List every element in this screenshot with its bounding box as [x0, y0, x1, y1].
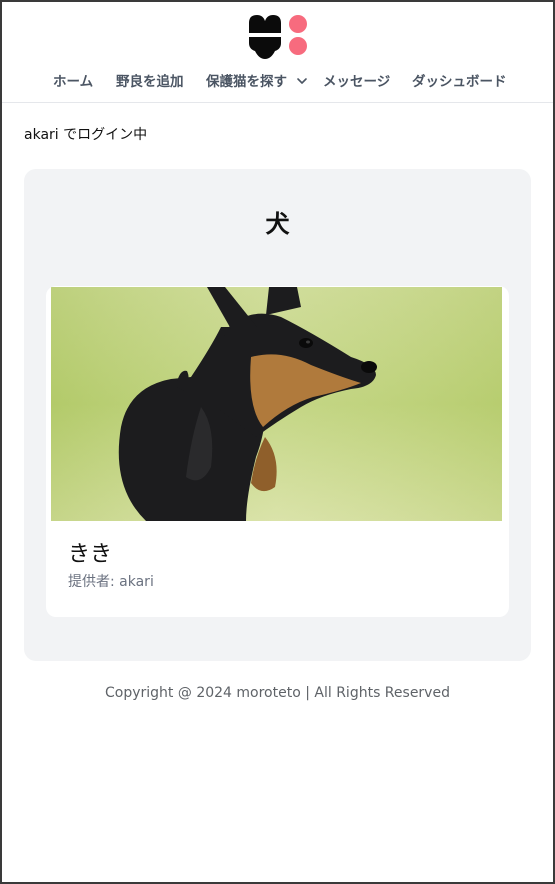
category-panel: 犬 きき 提供者: akari: [24, 169, 531, 661]
nav-add-stray[interactable]: 野良を追加: [116, 72, 184, 92]
pet-provider: 提供者: akari: [68, 574, 154, 590]
nav-find-rescue-cats[interactable]: 保護猫を探す: [206, 72, 287, 92]
site-header: ホーム 野良を追加 保護猫を探す メッセージ ダッシュボード: [2, 2, 553, 103]
category-title: 犬: [265, 210, 290, 238]
nav-home[interactable]: ホーム: [53, 72, 93, 92]
pet-card[interactable]: きき 提供者: akari: [46, 286, 509, 617]
pet-photo[interactable]: [51, 287, 502, 521]
nav-dashboard[interactable]: ダッシュボード: [412, 72, 507, 92]
chevron-down-icon[interactable]: [296, 75, 308, 87]
nav-messages[interactable]: メッセージ: [323, 72, 390, 92]
pet-name: きき: [68, 542, 113, 567]
site-footer: Copyright @ 2024 moroteto | All Rights R…: [0, 684, 555, 702]
login-status: akari でログイン中: [24, 127, 148, 143]
main-nav: ホーム 野良を追加 保護猫を探す メッセージ ダッシュボード: [2, 72, 553, 94]
copyright-text: Copyright @ 2024 moroteto | All Rights R…: [105, 685, 450, 701]
paw-logo-icon[interactable]: [247, 13, 311, 61]
